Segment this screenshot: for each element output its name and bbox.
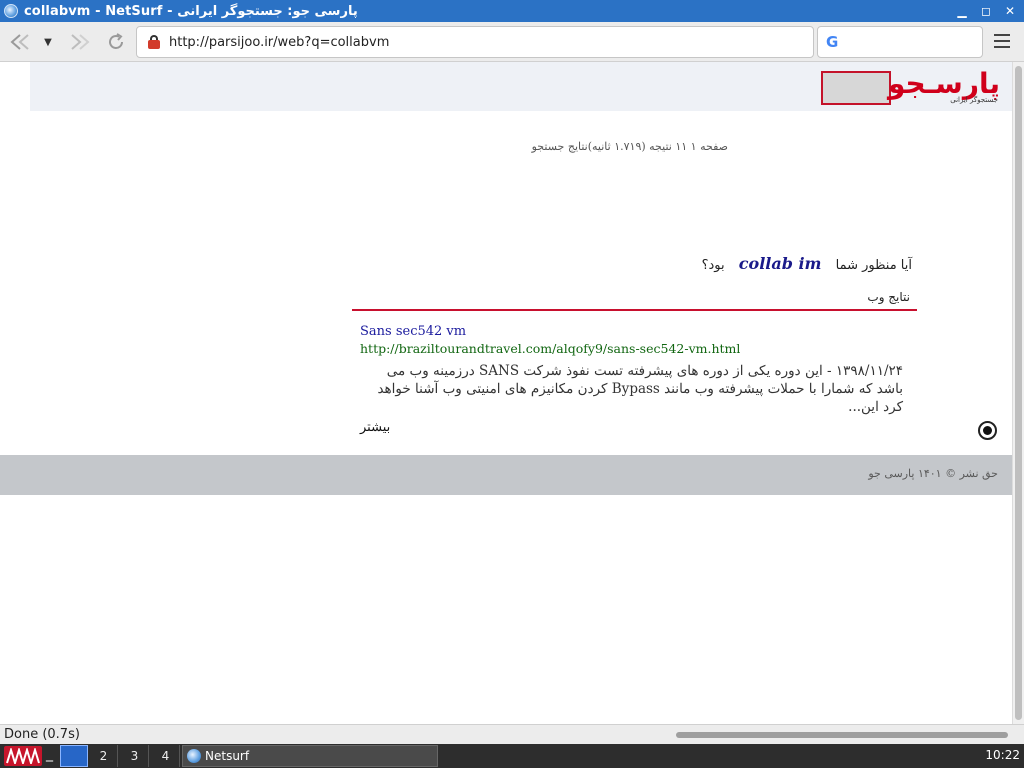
url-text: http://parsijoo.ir/web?q=collabvm	[169, 34, 390, 50]
site-footer: حق نشر © ۱۴۰۱ پارسی جو	[0, 455, 1012, 495]
maximize-button[interactable]: ◻	[978, 3, 994, 19]
menu-button[interactable]	[990, 30, 1014, 54]
page-viewport: پارسـجو جستجوگر ایرانی صفحه ۱ ۱۱ نتیجه (…	[0, 62, 1012, 724]
task-label: Netsurf	[205, 749, 250, 763]
did-you-mean: آیا منظور شما collab im بود؟	[0, 254, 912, 273]
didyoumean-suffix: بود؟	[701, 258, 725, 273]
chevron-down-icon: ▼	[44, 36, 52, 48]
suggestion-link[interactable]: collab im	[739, 254, 822, 273]
workspace-4-button[interactable]: 4	[152, 745, 180, 767]
web-search-field[interactable]: G	[817, 26, 983, 58]
google-icon: G	[826, 33, 839, 51]
history-dropdown-button[interactable]: ▼	[40, 28, 56, 56]
status-text: Done (0.7s)	[4, 727, 80, 742]
radio-button-icon[interactable]	[978, 421, 997, 440]
workspace-3-button[interactable]: 3	[121, 745, 149, 767]
vertical-scrollbar[interactable]	[1012, 62, 1024, 724]
window-titlebar: collabvm - NetSurf - پارسی جو: جستجوگر ا…	[0, 0, 1024, 22]
site-header: پارسـجو جستجوگر ایرانی	[30, 62, 1012, 111]
hamburger-icon	[994, 34, 1010, 36]
section-divider	[352, 309, 917, 311]
workspace-2-button[interactable]: 2	[90, 745, 118, 767]
parsijoo-logo[interactable]: پارسـجو جستجوگر ایرانی	[888, 68, 1001, 106]
result-title-link[interactable]: Sans sec542 vm	[360, 324, 921, 339]
clock: 10:22	[985, 748, 1020, 762]
header-search-input[interactable]	[821, 71, 891, 105]
netsurf-app-icon	[4, 4, 18, 18]
browser-toolbar: ▼ http://parsijoo.ir/web?q=collabvm G	[0, 22, 1024, 62]
forward-button[interactable]	[64, 28, 94, 56]
reload-button[interactable]	[102, 28, 130, 56]
status-bar: Done (0.7s)	[0, 724, 1024, 744]
result-snippet: ۱۳۹۸/۱۱/۲۴ - این دوره یکی از دوره های پی…	[377, 363, 903, 415]
forward-arrow-icon	[71, 34, 90, 50]
start-logo-icon	[6, 748, 40, 764]
taskbar-netsurf-task[interactable]: Netsurf	[182, 745, 438, 767]
insecure-lock-icon	[147, 35, 161, 49]
logo-subtitle: جستجوگر ایرانی	[950, 96, 998, 104]
back-arrow-icon	[10, 34, 29, 50]
window-controls: ▁ ◻ ✕	[954, 3, 1018, 19]
horizontal-scrollbar[interactable]	[674, 729, 1010, 741]
copyright-text: حق نشر © ۱۴۰۱ پارسی جو	[868, 467, 998, 480]
more-link[interactable]: بیشتر	[360, 420, 921, 435]
netsurf-globe-icon	[187, 749, 201, 763]
taskbar-dash: _	[46, 746, 53, 762]
close-button[interactable]: ✕	[1002, 3, 1018, 19]
url-bar[interactable]: http://parsijoo.ir/web?q=collabvm	[136, 26, 814, 58]
start-menu-button[interactable]	[4, 746, 42, 766]
taskbar: _ 2 3 4 Netsurf 10:22	[0, 744, 1024, 768]
horizontal-scrollbar-thumb[interactable]	[676, 732, 1008, 738]
minimize-button[interactable]: ▁	[954, 3, 970, 19]
result-summary: صفحه ۱ ۱۱ نتیجه (۱.۷۱۹ ثانیه)نتایج جستجو	[531, 140, 728, 153]
web-results-heading: نتایج وب	[867, 290, 910, 304]
result-url[interactable]: http://braziltourandtravel.com/alqofy9/s…	[360, 341, 921, 356]
search-result: Sans sec542 vm http://braziltourandtrave…	[360, 324, 921, 435]
back-button[interactable]	[6, 28, 36, 56]
workspace-1-button[interactable]	[60, 745, 88, 767]
scrollbar-thumb[interactable]	[1015, 66, 1022, 720]
didyoumean-prefix: آیا منظور شما	[835, 258, 912, 273]
reload-icon	[109, 33, 123, 49]
window-title: collabvm - NetSurf - پارسی جو: جستجوگر ا…	[24, 3, 358, 19]
